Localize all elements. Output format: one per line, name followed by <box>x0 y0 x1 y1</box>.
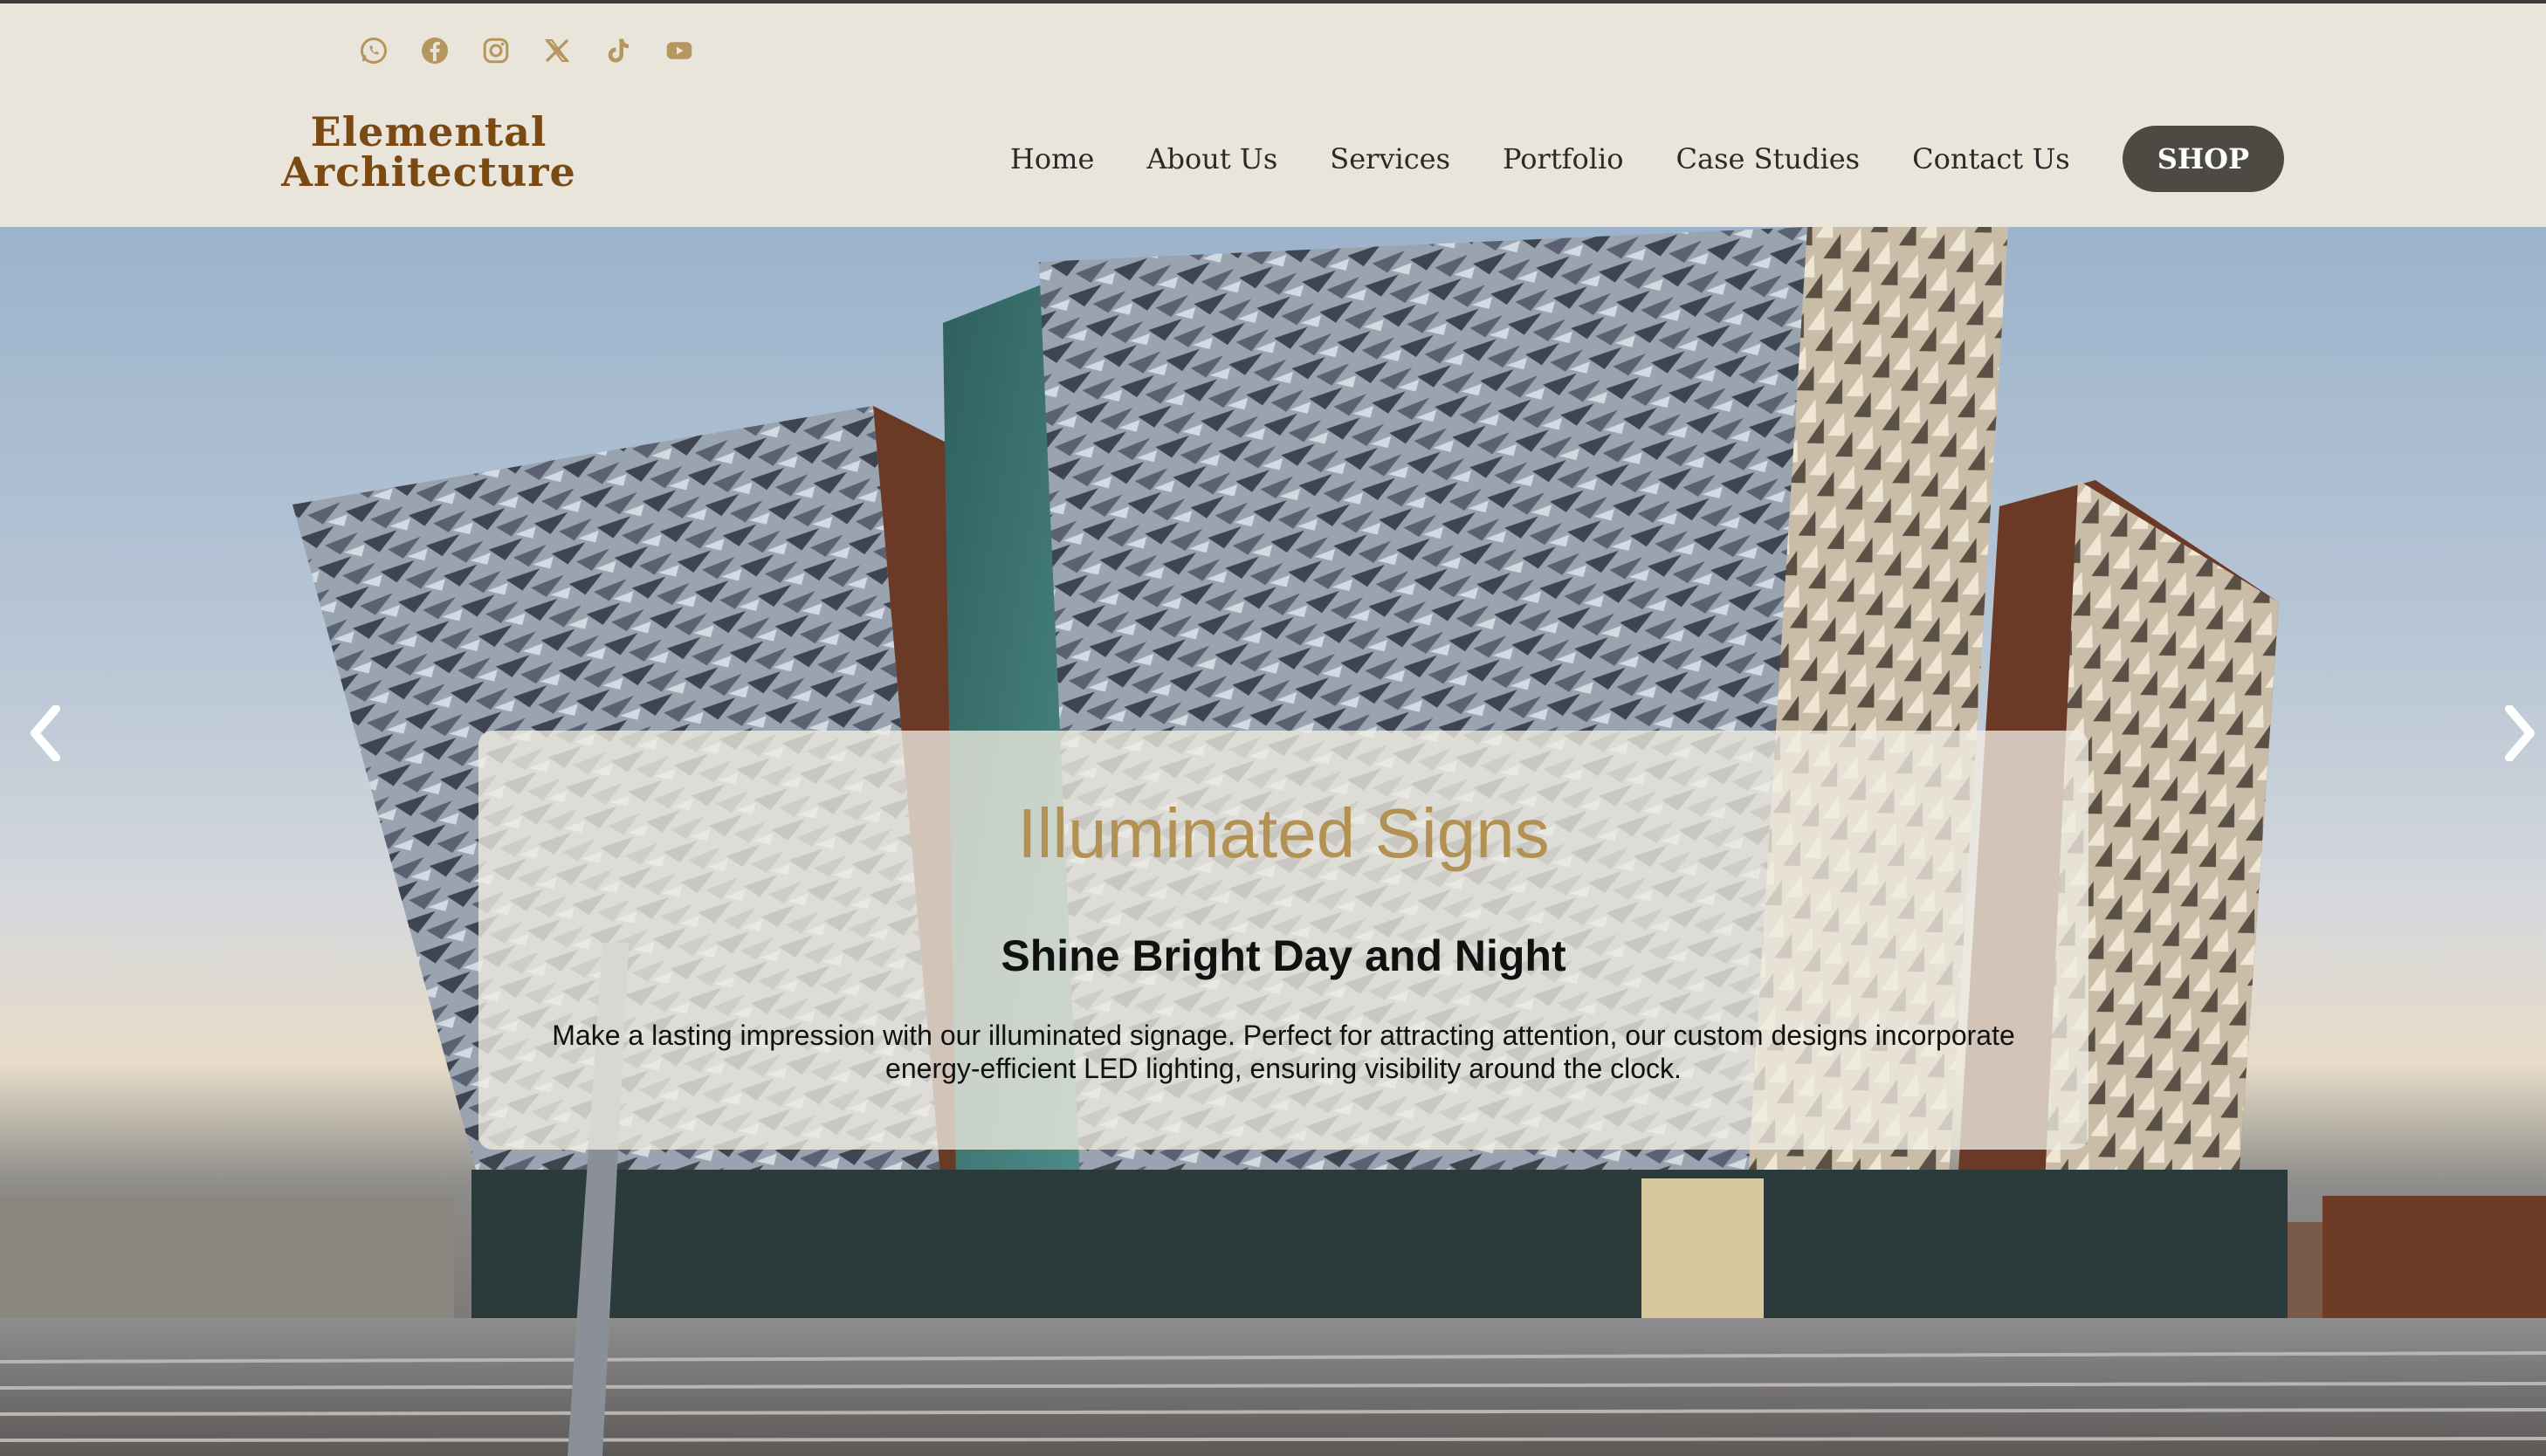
nav-item-services[interactable]: Services <box>1330 126 1450 192</box>
site-logo[interactable]: Elemental Architecture <box>276 112 581 192</box>
nav-item-contact-us[interactable]: Contact Us <box>1912 126 2070 192</box>
slide-description: Make a lasting impression with our illum… <box>552 1020 2015 1084</box>
logo-line-1: Elemental <box>310 108 547 155</box>
slider-prev-button[interactable] <box>19 698 72 768</box>
slide-subtitle: Shine Bright Day and Night <box>1001 931 1566 980</box>
instagram-icon[interactable] <box>480 35 512 66</box>
x-icon[interactable] <box>541 35 573 66</box>
nav-item-about-us[interactable]: About Us <box>1146 126 1277 192</box>
nav-item-home[interactable]: Home <box>1010 126 1094 192</box>
whatsapp-icon[interactable] <box>358 35 389 66</box>
nav-item-case-studies[interactable]: Case Studies <box>1676 126 1861 192</box>
shop-button[interactable]: SHOP <box>2122 126 2284 192</box>
site-header: Elemental Architecture Home About Us Ser… <box>0 3 2546 227</box>
logo-line-2: Architecture <box>281 148 576 196</box>
social-links <box>358 31 695 70</box>
chevron-left-icon <box>31 705 60 761</box>
slider-next-button[interactable] <box>2494 698 2546 768</box>
hero-slider: Illuminated Signs Shine Bright Day and N… <box>0 227 2546 1456</box>
chevron-right-icon <box>2505 705 2535 761</box>
slide-caption-box: Illuminated Signs Shine Bright Day and N… <box>478 731 2088 1150</box>
slide-title: Illuminated Signs <box>1017 794 1550 872</box>
nav-item-portfolio[interactable]: Portfolio <box>1503 126 1624 192</box>
tiktok-icon[interactable] <box>602 35 634 66</box>
youtube-icon[interactable] <box>664 35 695 66</box>
facebook-icon[interactable] <box>419 35 451 66</box>
main-navigation: Home About Us Services Portfolio Case St… <box>958 126 2284 192</box>
